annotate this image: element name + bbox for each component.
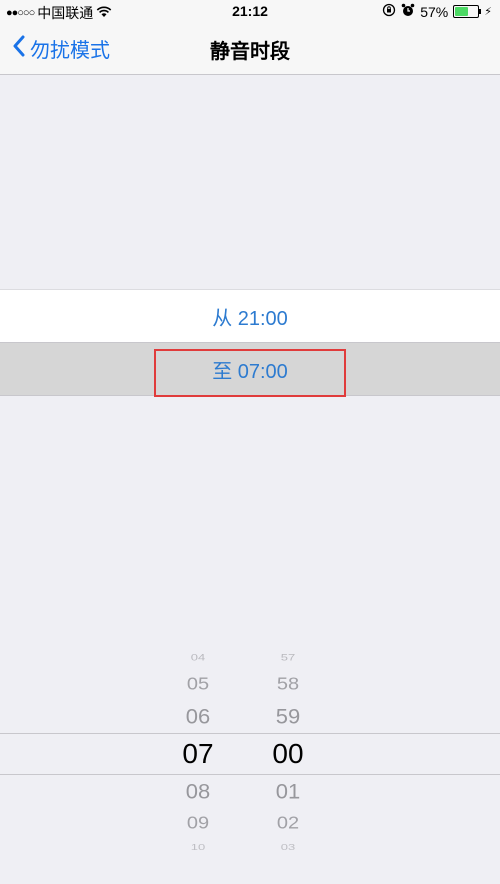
- hour-option[interactable]: 08: [168, 780, 228, 805]
- battery-percent: 57%: [420, 3, 449, 20]
- hour-option[interactable]: 10: [168, 843, 228, 852]
- minute-option[interactable]: 01: [258, 780, 318, 805]
- minute-option[interactable]: 02: [258, 813, 318, 833]
- to-time-label: 至 07:00: [212, 360, 288, 383]
- to-time-row[interactable]: 至 07:00: [0, 342, 500, 396]
- from-time-label: 从 21:00: [212, 307, 288, 330]
- from-time-row[interactable]: 从 21:00: [0, 289, 500, 342]
- minute-option[interactable]: 00: [258, 738, 318, 770]
- navigation-bar: 勿扰模式 静音时段: [0, 22, 500, 75]
- page-title: 静音时段: [210, 41, 290, 63]
- alarm-icon: [401, 3, 415, 20]
- minute-option[interactable]: 59: [258, 705, 318, 730]
- charging-icon: ⚡: [484, 6, 492, 18]
- minute-option[interactable]: 58: [258, 674, 318, 694]
- minute-option[interactable]: 03: [258, 843, 318, 852]
- picker-selection-bottom-line: [0, 774, 500, 775]
- hour-option[interactable]: 09: [168, 813, 228, 833]
- rotation-lock-icon: [382, 3, 396, 20]
- time-picker[interactable]: 04 05 06 07 08 09 10 57 58 59 00 01 02 03: [0, 640, 500, 884]
- minute-option[interactable]: 57: [258, 652, 318, 663]
- picker-selection-top-line: [0, 733, 500, 734]
- battery-icon: [453, 5, 482, 18]
- hour-option[interactable]: 04: [168, 652, 228, 663]
- hour-option[interactable]: 07: [168, 738, 228, 770]
- hour-option[interactable]: 05: [168, 674, 228, 694]
- hour-option[interactable]: 06: [168, 705, 228, 730]
- status-bar: ●●○○○ 中国联通 21:12 57% ⚡: [0, 0, 500, 22]
